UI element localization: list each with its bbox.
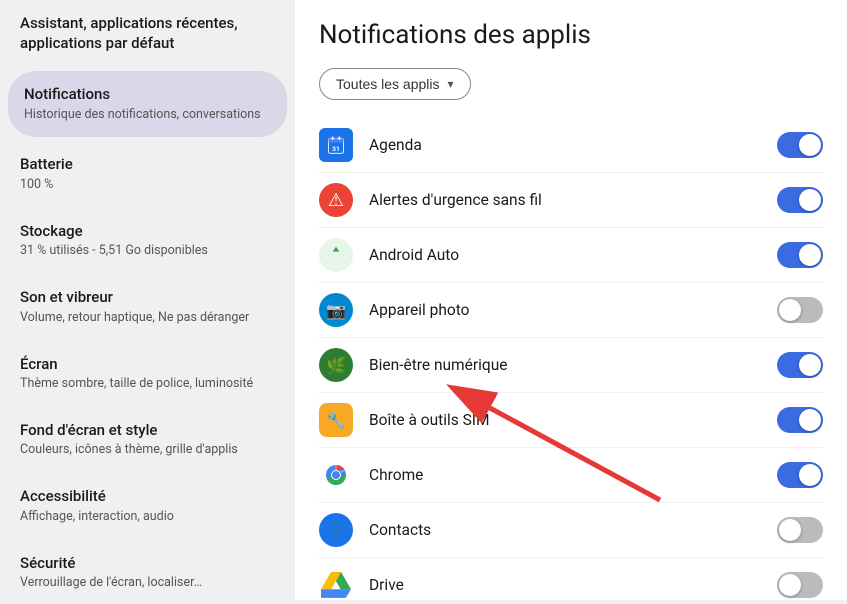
svg-text:31: 31 — [332, 145, 340, 153]
sidebar-item-title: Sécurité — [20, 554, 275, 574]
notification-toggle[interactable] — [777, 187, 823, 213]
app-name: Bien-être numérique — [369, 356, 777, 374]
sidebar-item-subtitle: Verrouillage de l'écran, localiser… — [20, 575, 275, 592]
dropdown-label: Toutes les applis — [336, 76, 440, 92]
sidebar-item-stockage[interactable]: Stockage 31 % utilisés - 5,51 Go disponi… — [0, 208, 295, 274]
sidebar-item-title: Batterie — [20, 155, 275, 175]
toggle-knob — [779, 299, 801, 321]
sidebar-item-title: Son et vibreur — [20, 288, 275, 308]
sidebar: Assistant, applications récentes, applic… — [0, 0, 295, 600]
notification-toggle[interactable] — [777, 242, 823, 268]
notification-toggle[interactable] — [777, 517, 823, 543]
toggle-knob — [779, 519, 801, 541]
app-row[interactable]: 👤 Contacts — [319, 503, 823, 558]
notification-toggle[interactable] — [777, 132, 823, 158]
app-name: Agenda — [369, 136, 777, 154]
sidebar-item-accessibilite[interactable]: Accessibilité Affichage, interaction, au… — [0, 473, 295, 539]
app-name: Chrome — [369, 466, 777, 484]
toggle-knob — [799, 409, 821, 431]
sidebar-item-subtitle: Couleurs, icônes à thème, grille d'appli… — [20, 442, 275, 459]
sidebar-item-securite[interactable]: Sécurité Verrouillage de l'écran, locali… — [0, 540, 295, 600]
dropdown-arrow-icon: ▾ — [448, 77, 454, 91]
sidebar-item-title: Accessibilité — [20, 487, 275, 507]
sidebar-item-title: Fond d'écran et style — [20, 421, 275, 441]
filter-dropdown[interactable]: Toutes les applis ▾ — [319, 68, 471, 100]
toggle-knob — [799, 354, 821, 376]
toggle-knob — [799, 244, 821, 266]
toggle-knob — [799, 464, 821, 486]
notification-toggle[interactable] — [777, 572, 823, 598]
app-name: Drive — [369, 576, 777, 594]
toggle-knob — [799, 189, 821, 211]
notification-toggle[interactable] — [777, 352, 823, 378]
app-row[interactable]: ⚠ Alertes d'urgence sans fil — [319, 173, 823, 228]
sidebar-item-subtitle: 31 % utilisés - 5,51 Go disponibles — [20, 243, 275, 260]
dropdown-container: Toutes les applis ▾ — [319, 68, 823, 100]
toggle-knob — [779, 574, 801, 596]
sidebar-item-son[interactable]: Son et vibreur Volume, retour haptique, … — [0, 274, 295, 340]
app-row[interactable]: 🌿 Bien-être numérique — [319, 338, 823, 393]
app-name: Boîte à outils SIM — [369, 411, 777, 429]
main-content: Notifications des applis Toutes les appl… — [295, 0, 847, 600]
app-name: Alertes d'urgence sans fil — [369, 191, 777, 209]
sidebar-item-subtitle: 100 % — [20, 177, 275, 194]
sidebar-item-title: Assistant, applications récentes, applic… — [20, 14, 275, 53]
sidebar-item-subtitle: Volume, retour haptique, Ne pas déranger — [20, 310, 275, 327]
notification-toggle[interactable] — [777, 297, 823, 323]
sidebar-item-fond[interactable]: Fond d'écran et style Couleurs, icônes à… — [0, 407, 295, 473]
sidebar-item-title: Notifications — [24, 85, 271, 105]
app-row[interactable]: 31 Agenda — [319, 118, 823, 173]
app-list: 31 Agenda ⚠ Alertes d'urgence sans fil A… — [319, 118, 823, 600]
sidebar-item-ecran[interactable]: Écran Thème sombre, taille de police, lu… — [0, 341, 295, 407]
notification-toggle[interactable] — [777, 407, 823, 433]
sidebar-item-subtitle: Historique des notifications, conversati… — [24, 107, 271, 124]
sidebar-item-subtitle: Affichage, interaction, audio — [20, 509, 275, 526]
sidebar-item-batterie[interactable]: Batterie 100 % — [0, 141, 295, 207]
page-title: Notifications des applis — [319, 20, 823, 50]
sidebar-item-title: Stockage — [20, 222, 275, 242]
app-row[interactable]: Drive — [319, 558, 823, 600]
sidebar-item-title: Écran — [20, 355, 275, 375]
sidebar-item-assistant[interactable]: Assistant, applications récentes, applic… — [0, 0, 295, 67]
app-row[interactable]: Chrome — [319, 448, 823, 503]
notification-toggle[interactable] — [777, 462, 823, 488]
app-row[interactable]: 📷 Appareil photo — [319, 283, 823, 338]
app-name: Contacts — [369, 521, 777, 539]
app-name: Appareil photo — [369, 301, 777, 319]
toggle-knob — [799, 134, 821, 156]
sidebar-item-subtitle: Thème sombre, taille de police, luminosi… — [20, 376, 275, 393]
sidebar-item-notifications[interactable]: Notifications Historique des notificatio… — [8, 71, 287, 137]
app-row[interactable]: Android Auto — [319, 228, 823, 283]
app-name: Android Auto — [369, 246, 777, 264]
app-row[interactable]: 🔧 Boîte à outils SIM — [319, 393, 823, 448]
